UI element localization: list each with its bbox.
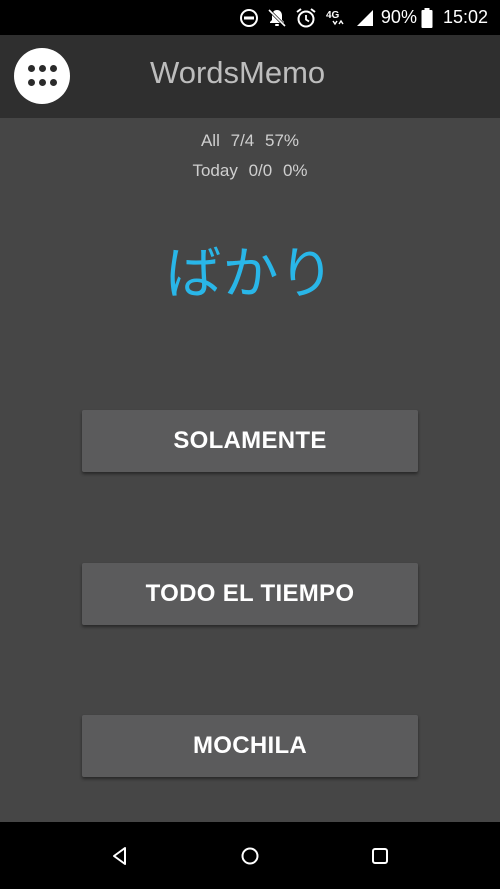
battery-percent: 90% <box>380 7 417 27</box>
stats-today-label: Today <box>192 161 238 180</box>
battery-icon <box>421 7 433 28</box>
progress-stats: All 7/4 57% Today 0/0 0% <box>0 126 500 186</box>
answer-button-2[interactable]: TODO EL TIEMPO <box>82 563 418 625</box>
stats-today-count: 0/0 <box>248 161 273 180</box>
stats-today: Today 0/0 0% <box>0 156 500 186</box>
app-bar: WordsMemo <box>0 35 500 118</box>
stats-all: All 7/4 57% <box>0 126 500 156</box>
answer-button-3[interactable]: MOCHILA <box>82 715 418 777</box>
clock: 15:02 <box>442 7 488 27</box>
stats-today-percent: 0% <box>282 161 308 180</box>
recents-icon[interactable] <box>370 846 390 866</box>
notifications-off-icon <box>267 8 287 28</box>
apps-grid-icon[interactable] <box>14 48 70 104</box>
do-not-disturb-icon <box>239 8 259 28</box>
app-title: WordsMemo <box>150 55 326 90</box>
quiz-word: ばかり <box>165 242 335 307</box>
svg-text:4G: 4G <box>326 10 340 21</box>
signal-icon <box>355 8 375 28</box>
answer-button-1[interactable]: SOLAMENTE <box>82 410 418 472</box>
stats-all-label: All <box>200 131 220 150</box>
stats-all-count: 7/4 <box>230 131 255 150</box>
navigation-bar <box>0 822 500 889</box>
home-icon[interactable] <box>240 846 260 866</box>
status-bar: 4G 90% 15:02 <box>0 0 500 35</box>
network-4g-icon: 4G <box>325 7 347 29</box>
alarm-icon <box>295 7 317 29</box>
stats-all-percent: 57% <box>264 131 300 150</box>
back-icon[interactable] <box>110 846 130 866</box>
